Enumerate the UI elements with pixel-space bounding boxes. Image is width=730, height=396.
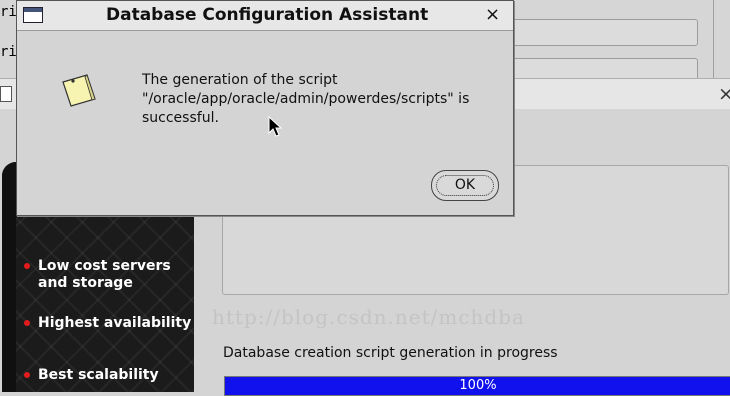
progress-percent: 100% [459, 378, 497, 393]
ok-button[interactable]: OK [431, 170, 499, 201]
script-success-dialog: Database Configuration Assistant × The g… [16, 0, 514, 216]
feature-label: Highest availability [38, 315, 192, 331]
watermark: http://blog.csdn.net/mchdba [212, 305, 525, 329]
progress-label: Database creation script generation in p… [223, 345, 558, 361]
note-icon [62, 74, 96, 107]
feature-label: Best scalability [38, 367, 159, 383]
background-text-fragment: ri [0, 44, 17, 60]
feature-label: and storage [38, 275, 133, 291]
background-text-fragment: ri [0, 4, 17, 20]
message-line: successful. [142, 110, 219, 126]
bullet-icon [24, 263, 30, 269]
window-icon [0, 86, 12, 102]
divider [713, 0, 714, 80]
dialog-title: Database Configuration Assistant [106, 5, 429, 25]
mouse-cursor-icon [268, 116, 282, 137]
feature-item-scalability: Best scalability [24, 367, 159, 384]
bullet-icon [24, 372, 30, 378]
message-line: The generation of the script [142, 72, 338, 88]
feature-item-availability: Highest availability [24, 315, 191, 332]
sidebar-strip [2, 162, 16, 392]
bullet-icon [24, 320, 30, 326]
close-icon[interactable]: × [718, 83, 730, 105]
progress-bar: 100% [224, 376, 730, 396]
message-line: "/oracle/app/oracle/admin/powerdes/scrip… [142, 91, 470, 107]
window-icon [23, 7, 43, 23]
background-input-field[interactable] [500, 19, 698, 46]
feature-item-low-cost: Low cost servers and storage [24, 258, 171, 292]
feature-label: Low cost servers [38, 258, 171, 274]
ok-button-label: OK [454, 177, 476, 193]
close-icon[interactable]: × [485, 4, 500, 25]
dialog-message: The generation of the script "/oracle/ap… [142, 71, 502, 128]
dialog-titlebar[interactable]: Database Configuration Assistant × [17, 1, 513, 31]
